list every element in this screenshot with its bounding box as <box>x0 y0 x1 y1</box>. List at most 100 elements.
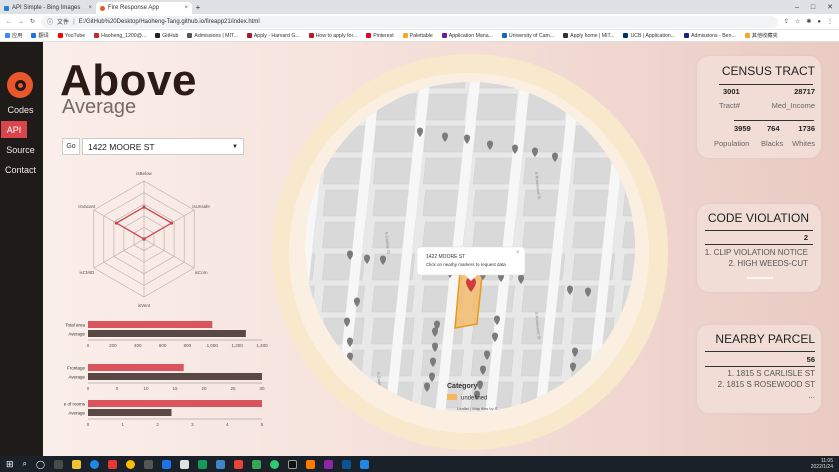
app-icon[interactable] <box>161 459 171 469</box>
bookmark-label: Palettable <box>409 32 433 39</box>
browser-tab[interactable]: API Simple - Bing Images × <box>0 2 96 14</box>
app-icon[interactable] <box>215 459 225 469</box>
nearby-parcel-title: NEARBY PARCEL <box>715 332 815 346</box>
illustrator-icon[interactable] <box>305 459 315 469</box>
taskview-icon[interactable] <box>53 459 63 469</box>
bookmark-item[interactable]: Pinterest <box>366 32 394 39</box>
close-tab-icon[interactable]: × <box>184 5 188 11</box>
bookmark-label: How to apply for... <box>315 32 358 39</box>
bookmark-label: 翻译 <box>38 33 49 39</box>
map-view[interactable]: S Carlisle St S Rosewood St S Carlisle St S… <box>305 82 635 412</box>
nearby-parcel-panel: NEARBY PARCEL 56 1. 1815 S CARLISLE ST 2… <box>697 325 821 413</box>
go-button[interactable]: Go <box>62 138 80 155</box>
nav-api[interactable]: API <box>1 121 27 138</box>
bookmark-label: 其他收藏夹 <box>751 33 778 39</box>
nav-source[interactable]: Source <box>2 141 39 158</box>
bookmark-item[interactable]: 翻译 <box>31 32 49 39</box>
radar-point <box>114 221 118 225</box>
bar-tick-label: 1,200 <box>232 343 244 348</box>
list-item: 2. HIGH WEEDS-CUT <box>728 259 808 268</box>
map-block <box>573 157 617 185</box>
reload-icon[interactable]: ↻ <box>30 18 35 25</box>
map-canvas[interactable]: S Carlisle StS Rosewood StS Carlisle StS… <box>305 82 635 412</box>
bookmark-icon <box>31 33 37 38</box>
census-panel: CENSUS TRACT 3001 28717 Tract# Med_Incom… <box>697 56 821 158</box>
nav-codes[interactable]: Codes <box>2 101 39 118</box>
legend-label: undefined <box>461 396 487 402</box>
popup-close-icon[interactable]: × <box>516 250 520 256</box>
close-tab-icon[interactable]: × <box>88 5 92 11</box>
app-icon[interactable] <box>179 459 189 469</box>
photoshop-icon[interactable] <box>341 459 351 469</box>
close-window-icon[interactable]: ✕ <box>827 3 833 11</box>
bookmark-item[interactable]: GitHub <box>155 33 178 39</box>
bookmark-icon <box>57 33 63 38</box>
share-icon[interactable]: ⇪ <box>784 18 789 25</box>
map-block <box>323 157 367 185</box>
task-view-icon[interactable]: ◯ <box>36 460 45 469</box>
bookmark-item[interactable]: Haoheng_1200@... <box>94 33 146 39</box>
map-block <box>523 125 567 153</box>
url-input[interactable]: ⓘ 文件 | E:/GitHub%20Desktop/Haoheng-Tang.… <box>41 15 778 28</box>
address-select[interactable]: 1422 MOORE ST ▼ <box>82 138 244 155</box>
tract-value: 3001 <box>723 87 740 96</box>
bookmark-item[interactable]: YouTube <box>57 33 85 39</box>
bar-tick-label: 4 <box>226 422 229 427</box>
file-explorer-icon[interactable] <box>71 459 81 469</box>
vscode-icon[interactable] <box>359 459 369 469</box>
windows-start-icon[interactable]: ⊞ <box>6 459 14 470</box>
back-icon[interactable]: ← <box>6 19 12 25</box>
bookmark-item[interactable]: Admissions - Ben... <box>684 33 736 39</box>
maximize-icon[interactable]: □ <box>811 4 815 11</box>
bookmark-item[interactable]: Palettable <box>402 32 433 39</box>
parcel-count: 56 <box>806 355 815 364</box>
edge-icon[interactable] <box>89 459 99 469</box>
bar-tick-label: 10 <box>143 386 149 391</box>
radar-axis <box>93 238 145 269</box>
browser-tab-active[interactable]: Fire Response App × <box>96 2 192 14</box>
wechat-icon[interactable] <box>269 459 279 469</box>
list-item: 2. 1815 S ROSEWOOD ST <box>717 380 815 389</box>
bookmark-item[interactable]: 应用 <box>5 32 22 39</box>
bookmark-item[interactable]: How to apply for... <box>308 32 358 39</box>
bookmark-item[interactable]: Apply - Harvard G... <box>246 33 300 39</box>
new-tab-button[interactable]: + <box>192 2 204 14</box>
app-icon[interactable] <box>251 459 261 469</box>
bookmark-icon <box>441 33 447 38</box>
chrome-icon[interactable] <box>125 459 135 469</box>
bookmark-item[interactable]: UCB | Application... <box>623 33 675 39</box>
bookmark-icon <box>155 33 161 38</box>
settings-icon[interactable] <box>143 459 153 469</box>
bookmark-item[interactable]: Application Mana... <box>441 33 493 39</box>
bookmark-item[interactable]: Apply home | MIT... <box>563 33 614 39</box>
bar-tick-label: 5 <box>261 422 264 427</box>
app-icon[interactable] <box>233 459 243 469</box>
legend-title: Category <box>447 383 477 390</box>
system-tray[interactable]: 11:05 2022/1/24 <box>811 458 833 470</box>
info-icon: ⓘ <box>47 20 54 26</box>
star-icon[interactable]: ☆ <box>795 18 800 25</box>
bar <box>88 364 184 371</box>
bookmark-icon <box>684 33 690 38</box>
app-icon[interactable] <box>197 459 207 469</box>
bookmark-label: Pinterest <box>373 32 394 39</box>
search-icon[interactable]: ⌕ <box>23 459 27 469</box>
bookmark-icon <box>308 33 314 38</box>
app-icon[interactable] <box>287 459 297 469</box>
bookmark-item[interactable]: University of Cam... <box>501 33 554 39</box>
nav-contact[interactable]: Contact <box>2 161 39 178</box>
profile-icon[interactable]: ● <box>817 19 821 25</box>
forward-icon[interactable]: → <box>18 19 24 25</box>
app-icon[interactable] <box>323 459 333 469</box>
bookmark-icon <box>501 33 507 38</box>
violation-list: 1. CLIP VIOLATION NOTICE 2. HIGH WEEDS-C… <box>705 247 808 269</box>
app-icon[interactable] <box>107 459 117 469</box>
app-page: Codes API Source Contact Above Average G… <box>0 42 839 456</box>
minimize-icon[interactable]: – <box>795 4 799 11</box>
extensions-icon[interactable]: ✱ <box>806 18 811 25</box>
bookmark-item[interactable]: 其他收藏夹 <box>744 32 778 39</box>
radar-axis-label: isBelow <box>136 171 152 176</box>
menu-icon[interactable]: ⋮ <box>827 18 833 25</box>
bookmark-item[interactable]: Admissions | MIT... <box>187 33 238 39</box>
radar-point <box>170 221 174 225</box>
